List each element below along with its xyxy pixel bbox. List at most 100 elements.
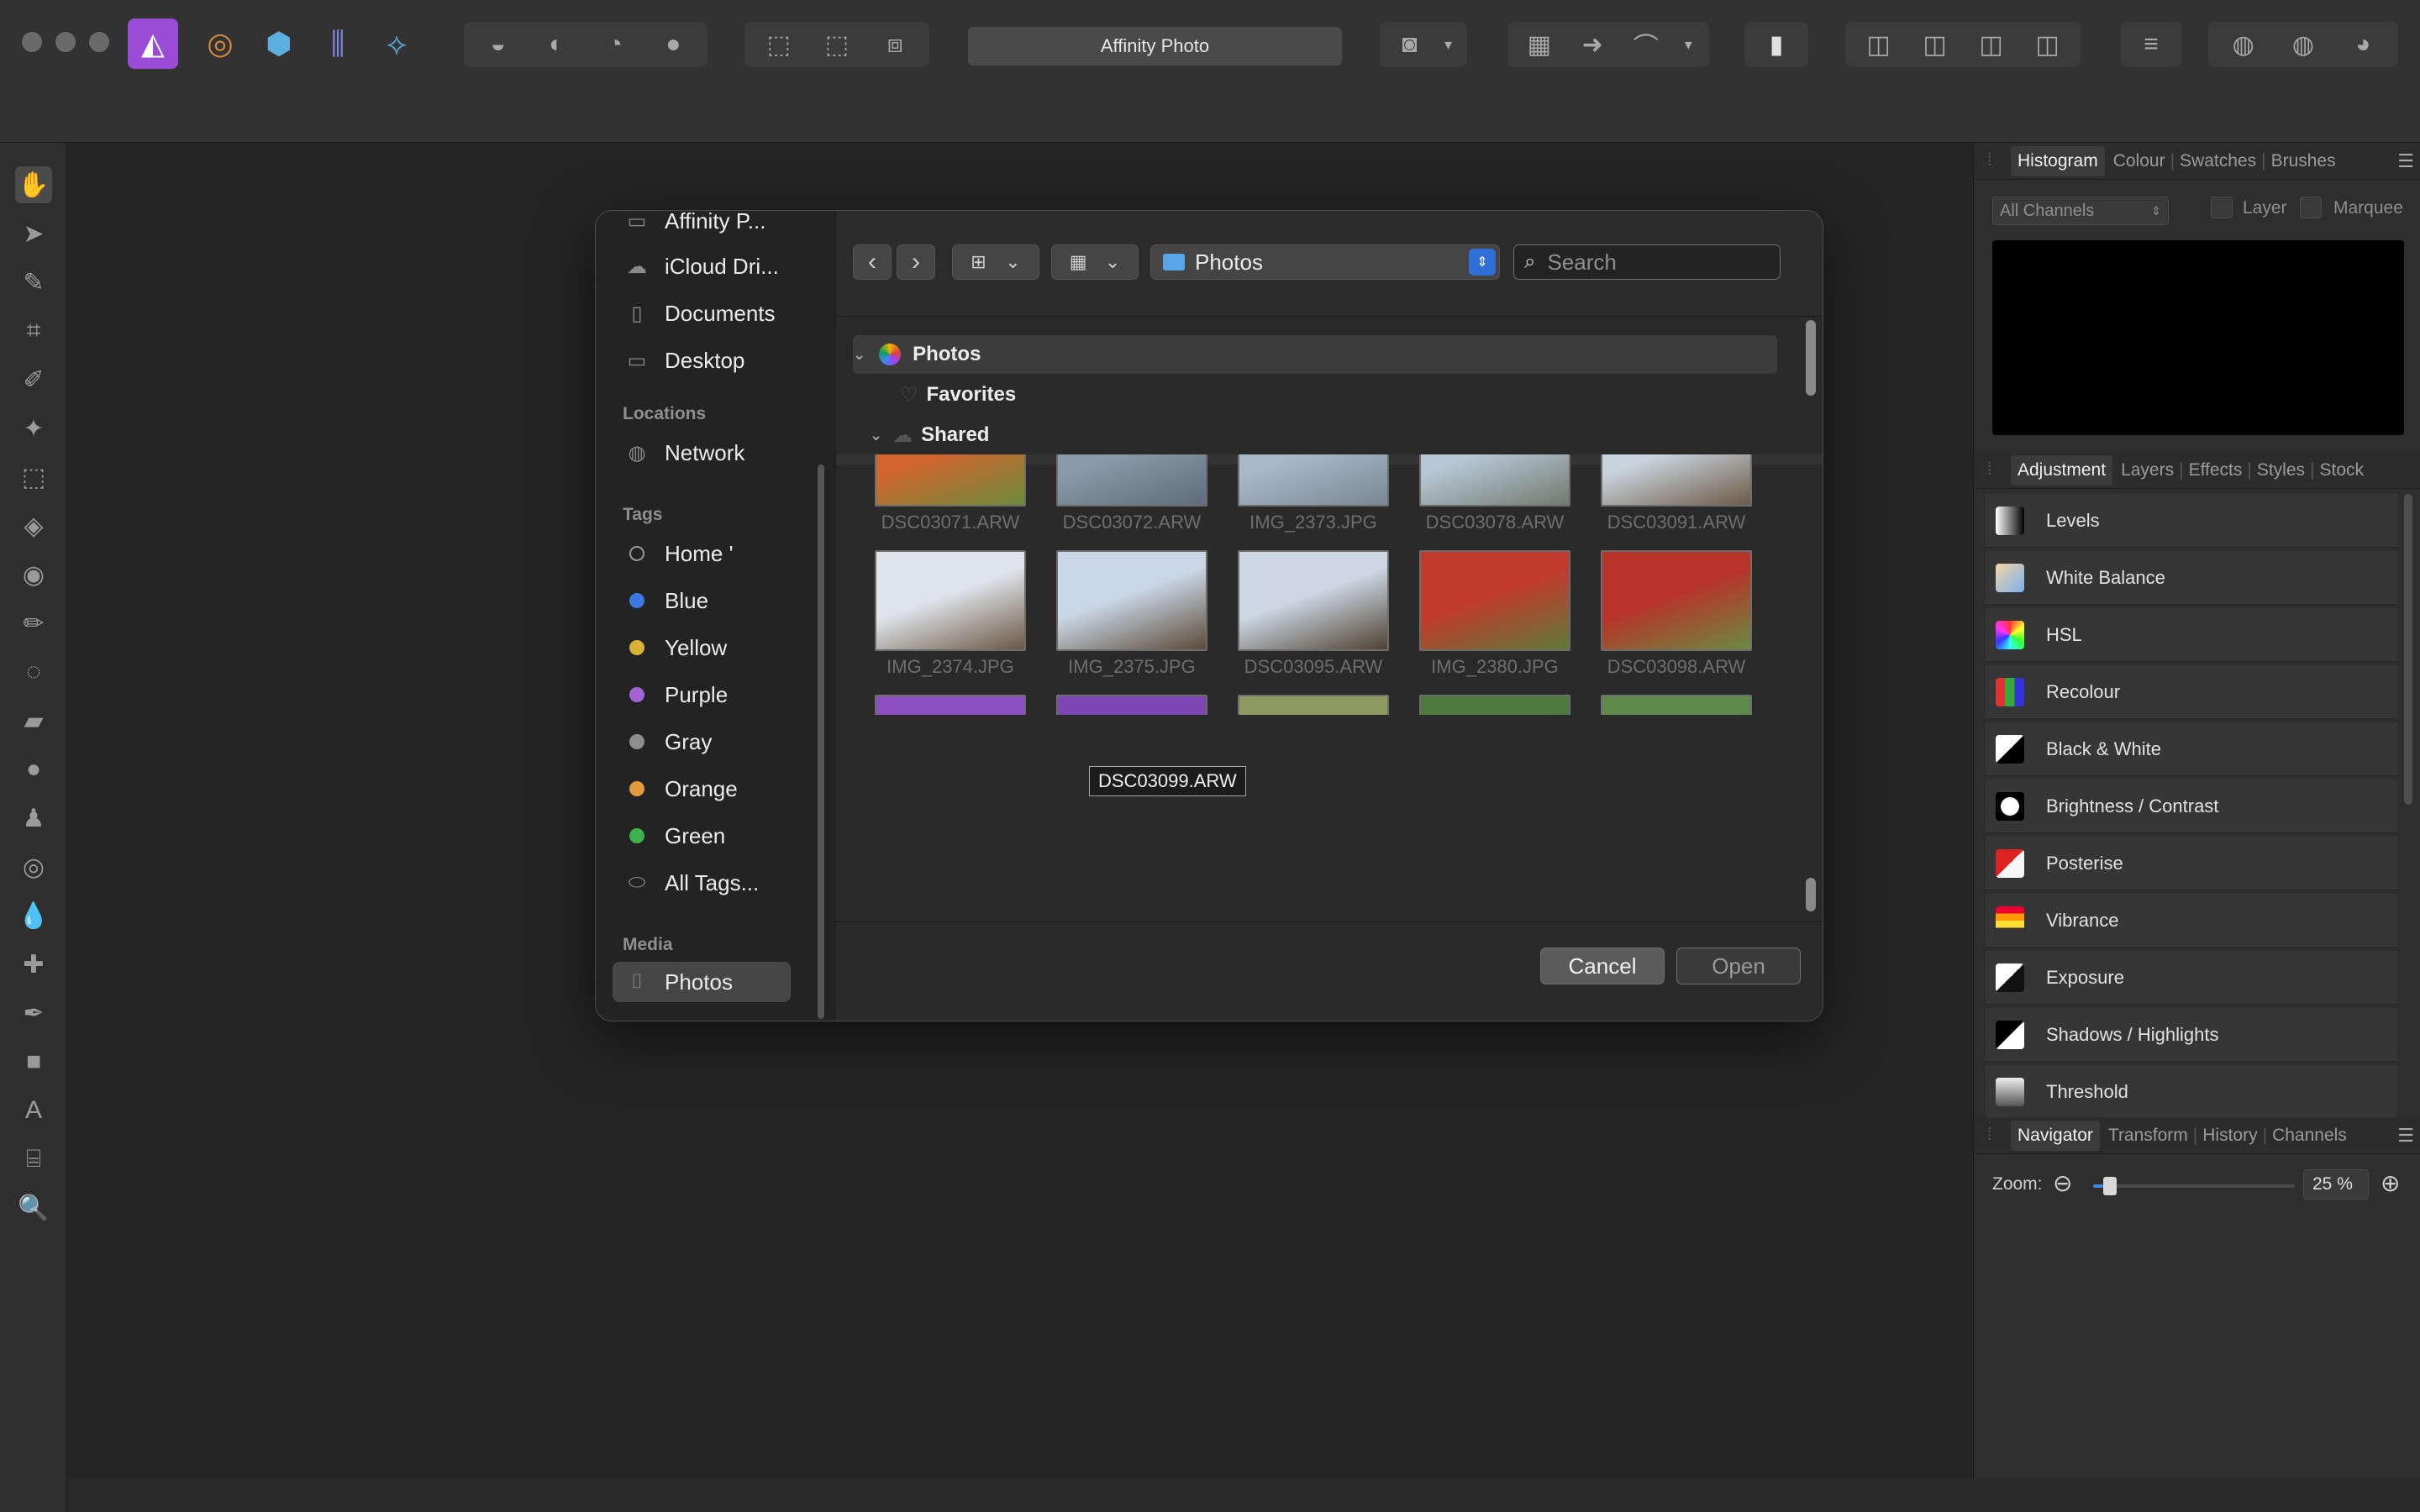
tab-histogram[interactable]: Histogram [2011,145,2105,176]
blur-tool-icon[interactable]: 💧 [15,897,52,934]
sidebar-item-tag[interactable]: Green [623,816,816,856]
quick-mask-icon[interactable]: ◙ [1386,25,1434,64]
forward-button[interactable]: › [897,244,935,280]
invert-selection-icon[interactable]: ⧈ [871,25,918,64]
healing-tool-icon[interactable]: ✚ [15,946,52,983]
select-all-icon[interactable]: ⬚ [755,25,802,64]
arrange-back-icon[interactable]: ◫ [1855,25,1902,64]
file-thumbnail[interactable] [1056,454,1207,507]
tree-row-photos[interactable]: ⌄ Photos [853,335,1777,374]
sidebar-item-desktop[interactable]: ▭ Desktop [623,340,816,381]
export-persona-icon[interactable]: ⟡ [371,18,422,69]
sidebar-item-tag[interactable]: Gray [623,722,816,762]
zoom-tool-icon[interactable]: 🔍 [15,1189,52,1226]
sidebar-item-tag[interactable]: Orange [623,769,816,809]
view-mode-button[interactable]: ⊞ ⌄ [952,244,1039,280]
sidebar-item-tag[interactable]: Blue [623,580,816,621]
red-eye-tool-icon[interactable]: ◎ [15,848,52,885]
file-thumbnail[interactable] [875,695,1026,715]
align-icon[interactable]: ≡ [2128,25,2175,64]
file-thumbnail[interactable] [1419,550,1570,651]
grid-scrollbar[interactable] [1806,320,1816,911]
group-mode-button[interactable]: ▦ ⌄ [1051,244,1139,280]
text-tool-icon[interactable]: A [15,1092,52,1129]
tab-history[interactable]: History [2202,1126,2257,1146]
file-thumbnail[interactable] [1601,550,1752,651]
sidebar-item-all-tags[interactable]: ⬭ All Tags... [623,863,816,903]
tab-styles[interactable]: Styles [2257,460,2305,480]
clone-tool-icon[interactable]: ♟ [15,800,52,837]
tab-adjustment[interactable]: Adjustment [2011,454,2113,486]
location-select[interactable]: Photos ⇕ [1150,244,1500,280]
sidebar-scrollbar[interactable] [818,465,824,1019]
file-thumbnail[interactable] [1601,695,1752,715]
tree-row-favorites[interactable]: ♡ Favorites [853,375,1777,414]
arrange-front-icon[interactable]: ◫ [2024,25,2071,64]
smudge-tool-icon[interactable]: ● [15,751,52,788]
file-thumbnail[interactable] [875,454,1026,507]
arrange-backward-icon[interactable]: ◫ [1912,25,1959,64]
sidebar-item-tag[interactable]: Purple [623,675,816,715]
sidebar-item-photos[interactable]: ⌷ Photos [613,962,791,1002]
sidebar-item-tag[interactable]: Yellow [623,627,816,668]
intersect-shape-icon[interactable]: ◕ [2339,25,2386,64]
marquee-checkbox[interactable] [2300,197,2322,218]
develop-persona-icon[interactable]: ⬢ [254,18,304,69]
adjustment-item[interactable]: Brightness / Contrast [1986,780,2397,833]
liquify-persona-icon[interactable]: ◎ [195,18,245,69]
file-thumbnail[interactable] [1056,550,1207,651]
file-thumbnail[interactable] [875,550,1026,651]
sidebar-item-documents[interactable]: ▯ Documents [623,293,816,333]
zoom-slider-thumb[interactable] [2103,1177,2117,1195]
chevron-down-icon[interactable]: ▾ [1676,25,1701,64]
grid-snapping-icon[interactable]: ▦ [1516,25,1563,64]
search-field[interactable]: ⌕ Search [1513,244,1781,280]
tab-swatches[interactable]: Swatches [2180,151,2256,171]
grip-icon[interactable]: ⁞ [1987,151,1992,171]
pen-tool-icon[interactable]: ✒ [15,995,52,1032]
grid-scroll-thumb-bottom[interactable] [1806,878,1816,911]
file-thumbnail[interactable] [1238,454,1389,507]
paint-brush-tool-icon[interactable]: ✏ [15,605,52,642]
flood-select-tool-icon[interactable]: ✦ [15,410,52,447]
adjustment-item[interactable]: White Balance [1986,551,2397,605]
tab-channels[interactable]: Channels [2272,1126,2347,1146]
tab-layers[interactable]: Layers [2121,460,2174,480]
adjustment-item[interactable]: Threshold [1986,1065,2397,1119]
move-icon[interactable]: ➜ [1569,25,1616,64]
arrange-forward-icon[interactable]: ◫ [1968,25,2015,64]
file-thumbnail[interactable] [1601,454,1752,507]
photo-persona-icon[interactable]: ◭ [128,18,178,69]
sidebar-item-icloud[interactable]: ☁ iCloud Dri... [623,246,816,286]
subtract-shape-icon[interactable]: ◍ [2280,25,2327,64]
adjustment-item[interactable]: Vibrance [1986,894,2397,948]
move-tool-icon[interactable]: ➤ [15,215,52,252]
grid-scroll-thumb-top[interactable] [1806,320,1816,396]
auto-levels-icon[interactable]: ◒ [475,25,522,64]
auto-contrast-icon[interactable]: ◐ [533,25,580,64]
adjustment-item[interactable]: Shadows / Highlights [1986,1008,2397,1062]
flood-fill-tool-icon[interactable]: ◈ [15,507,52,544]
close-window-button[interactable] [22,32,42,52]
sidebar-item-network[interactable]: ◍ Network [623,433,816,473]
zoom-out-icon[interactable]: ⊖ [2053,1169,2072,1197]
grip-icon[interactable]: ⁞ [1987,1126,1992,1145]
layer-checkbox[interactable] [2211,197,2233,218]
erase-tool-icon[interactable]: ▰ [15,702,52,739]
chevron-down-icon[interactable]: ▾ [1436,25,1461,64]
open-button[interactable]: Open [1676,948,1801,984]
tab-effects[interactable]: Effects [2189,460,2243,480]
tab-navigator[interactable]: Navigator [2011,1120,2100,1151]
channel-select[interactable]: All Channels ⇕ [1992,197,2169,225]
cancel-button[interactable]: Cancel [1540,948,1665,984]
adjustment-item[interactable]: Levels [1986,494,2397,548]
rectangle-tool-icon[interactable]: ■ [15,1043,52,1080]
panel-menu-icon[interactable]: ☰ [2397,150,2414,172]
add-shape-icon[interactable]: ◍ [2220,25,2267,64]
mesh-warp-tool-icon[interactable]: ⌸ [15,1141,52,1178]
panel-menu-icon[interactable]: ☰ [2397,1125,2414,1147]
back-button[interactable]: ‹ [853,244,892,280]
color-picker-tool-icon[interactable]: ✎ [15,264,52,301]
zoom-value-field[interactable]: 25 % [2303,1169,2369,1200]
adjustment-item[interactable]: Exposure [1986,951,2397,1005]
